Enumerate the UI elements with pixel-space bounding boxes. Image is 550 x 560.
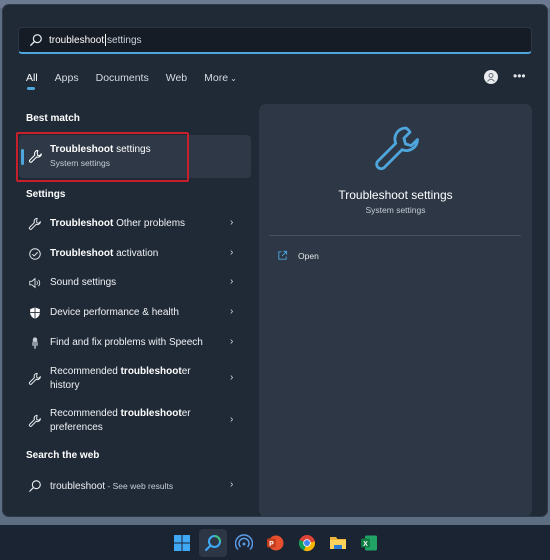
tab-apps[interactable]: Apps xyxy=(55,72,79,84)
tab-more-label: More xyxy=(204,72,229,84)
chevron-right-icon: › xyxy=(230,276,234,287)
result-label: Troubleshoot activation xyxy=(50,247,220,261)
result-label-rest: er xyxy=(181,366,191,377)
folder-icon xyxy=(330,537,346,549)
tab-more[interactable]: More ⌄ xyxy=(204,72,237,84)
search-taskbar-icon[interactable] xyxy=(199,529,227,557)
settings-result-troubleshooter-preferences[interactable]: Recommended troubleshooter preferences › xyxy=(19,406,251,436)
chevron-right-icon: › xyxy=(230,247,234,258)
search-typed-text: troubleshoot xyxy=(49,34,105,46)
web-search-result[interactable]: troubleshoot - See web results › xyxy=(19,476,251,496)
preview-title: Troubleshoot settings xyxy=(338,188,453,202)
tab-all[interactable]: All xyxy=(26,72,38,90)
search-web-heading: Search the web xyxy=(26,450,100,461)
best-match-title-bold: Troubleshoot xyxy=(50,144,114,155)
more-options-icon[interactable]: ••• xyxy=(513,70,526,82)
settings-result-troubleshooter-history[interactable]: Recommended troubleshooter history › xyxy=(19,364,251,394)
selection-indicator xyxy=(21,149,24,165)
start-icon[interactable] xyxy=(168,529,196,557)
svg-text:P: P xyxy=(269,541,274,548)
person-icon xyxy=(487,73,495,82)
result-label-pre: Recommended xyxy=(50,366,121,377)
excel-logo-icon: X xyxy=(361,535,377,551)
preview-subtitle: System settings xyxy=(365,205,426,215)
result-label: Find and fix problems with Speech xyxy=(50,337,203,348)
result-label: troubleshoot - See web results xyxy=(50,479,220,494)
chevron-right-icon: › xyxy=(230,306,234,317)
result-label: Troubleshoot Other problems xyxy=(50,217,220,231)
wrench-icon xyxy=(28,149,42,163)
speaker-icon xyxy=(29,277,41,289)
wrench-icon xyxy=(375,126,419,171)
search-input[interactable]: troubleshoot settings xyxy=(49,34,531,46)
web-query: troubleshoot xyxy=(50,481,106,492)
tab-documents[interactable]: Documents xyxy=(96,72,149,84)
settings-result-device-performance[interactable]: Device performance & health › xyxy=(19,303,251,323)
search-box[interactable]: troubleshoot settings xyxy=(18,27,532,54)
best-match-heading: Best match xyxy=(26,113,80,124)
settings-result-troubleshoot-activation[interactable]: Troubleshoot activation › xyxy=(19,244,251,264)
result-label-rest: er xyxy=(181,408,191,419)
microphone-icon xyxy=(31,337,39,349)
settings-result-troubleshoot-other-problems[interactable]: Troubleshoot Other problems › xyxy=(19,214,251,234)
excel-icon[interactable]: X xyxy=(355,529,383,557)
open-button[interactable]: Open xyxy=(277,250,319,261)
result-label-pre: Recommended xyxy=(50,408,121,419)
open-external-icon xyxy=(278,250,288,260)
preview-divider xyxy=(269,235,521,236)
result-label-rest: activation xyxy=(113,248,159,259)
shield-icon xyxy=(30,307,40,319)
settings-result-sound-settings[interactable]: Sound settings › xyxy=(19,273,251,293)
result-label: Device performance & health xyxy=(50,307,179,318)
chevron-right-icon: › xyxy=(230,414,234,425)
chrome-icon[interactable] xyxy=(293,529,321,557)
result-label-rest: Other problems xyxy=(113,218,186,229)
wrench-icon xyxy=(28,372,41,385)
settings-result-speech-troubleshoot[interactable]: Find and fix problems with Speech › xyxy=(19,333,251,353)
chevron-right-icon: › xyxy=(230,217,234,228)
best-match-title-rest: settings xyxy=(113,144,151,155)
network-icon[interactable] xyxy=(230,529,258,557)
taskbar: P X xyxy=(0,525,550,560)
check-circle-icon xyxy=(29,248,41,260)
result-label: Recommended troubleshooter preferences xyxy=(50,407,220,435)
search-icon xyxy=(29,480,41,492)
search-suggestion-text: settings xyxy=(107,34,142,46)
result-label-line2: history xyxy=(50,380,80,391)
powerpoint-icon[interactable]: P xyxy=(261,529,289,557)
web-suffix: - See web results xyxy=(105,481,174,491)
chevron-right-icon: › xyxy=(230,372,234,383)
result-label: Sound settings xyxy=(50,277,117,288)
svg-text:X: X xyxy=(363,541,368,548)
wrench-icon xyxy=(28,414,41,427)
result-label-bold: Troubleshoot xyxy=(50,218,114,229)
text-caret xyxy=(105,34,107,46)
preview-pane: Troubleshoot settings System settings Op… xyxy=(259,104,532,517)
file-explorer-icon[interactable] xyxy=(324,529,352,557)
search-icon xyxy=(205,535,221,551)
chevron-right-icon: › xyxy=(230,336,234,347)
result-label: Recommended troubleshooter history xyxy=(50,365,220,393)
search-icon xyxy=(30,34,42,46)
open-label: Open xyxy=(298,250,319,261)
chevron-down-icon: ⌄ xyxy=(230,74,237,83)
chrome-logo-icon xyxy=(298,535,315,552)
result-label-bold: Troubleshoot xyxy=(50,248,114,259)
powerpoint-logo-icon: P xyxy=(267,535,284,551)
best-match-subtitle: System settings xyxy=(50,158,110,168)
result-label-bold: troubleshoot xyxy=(120,366,182,377)
result-label-bold: troubleshoot xyxy=(120,408,182,419)
tab-web[interactable]: Web xyxy=(166,72,187,84)
user-avatar-icon[interactable] xyxy=(484,70,498,84)
filter-tabs: All Apps Documents Web More ⌄ xyxy=(26,72,254,90)
windows-logo-icon xyxy=(174,535,190,551)
wireless-icon xyxy=(235,534,253,551)
result-label-line2: preferences xyxy=(50,422,103,433)
wrench-icon xyxy=(28,217,41,230)
best-match-title: Troubleshoot settings xyxy=(50,144,151,155)
best-match-result[interactable]: Troubleshoot settings System settings xyxy=(19,135,251,178)
chevron-right-icon: › xyxy=(230,479,234,490)
settings-heading: Settings xyxy=(26,189,66,200)
